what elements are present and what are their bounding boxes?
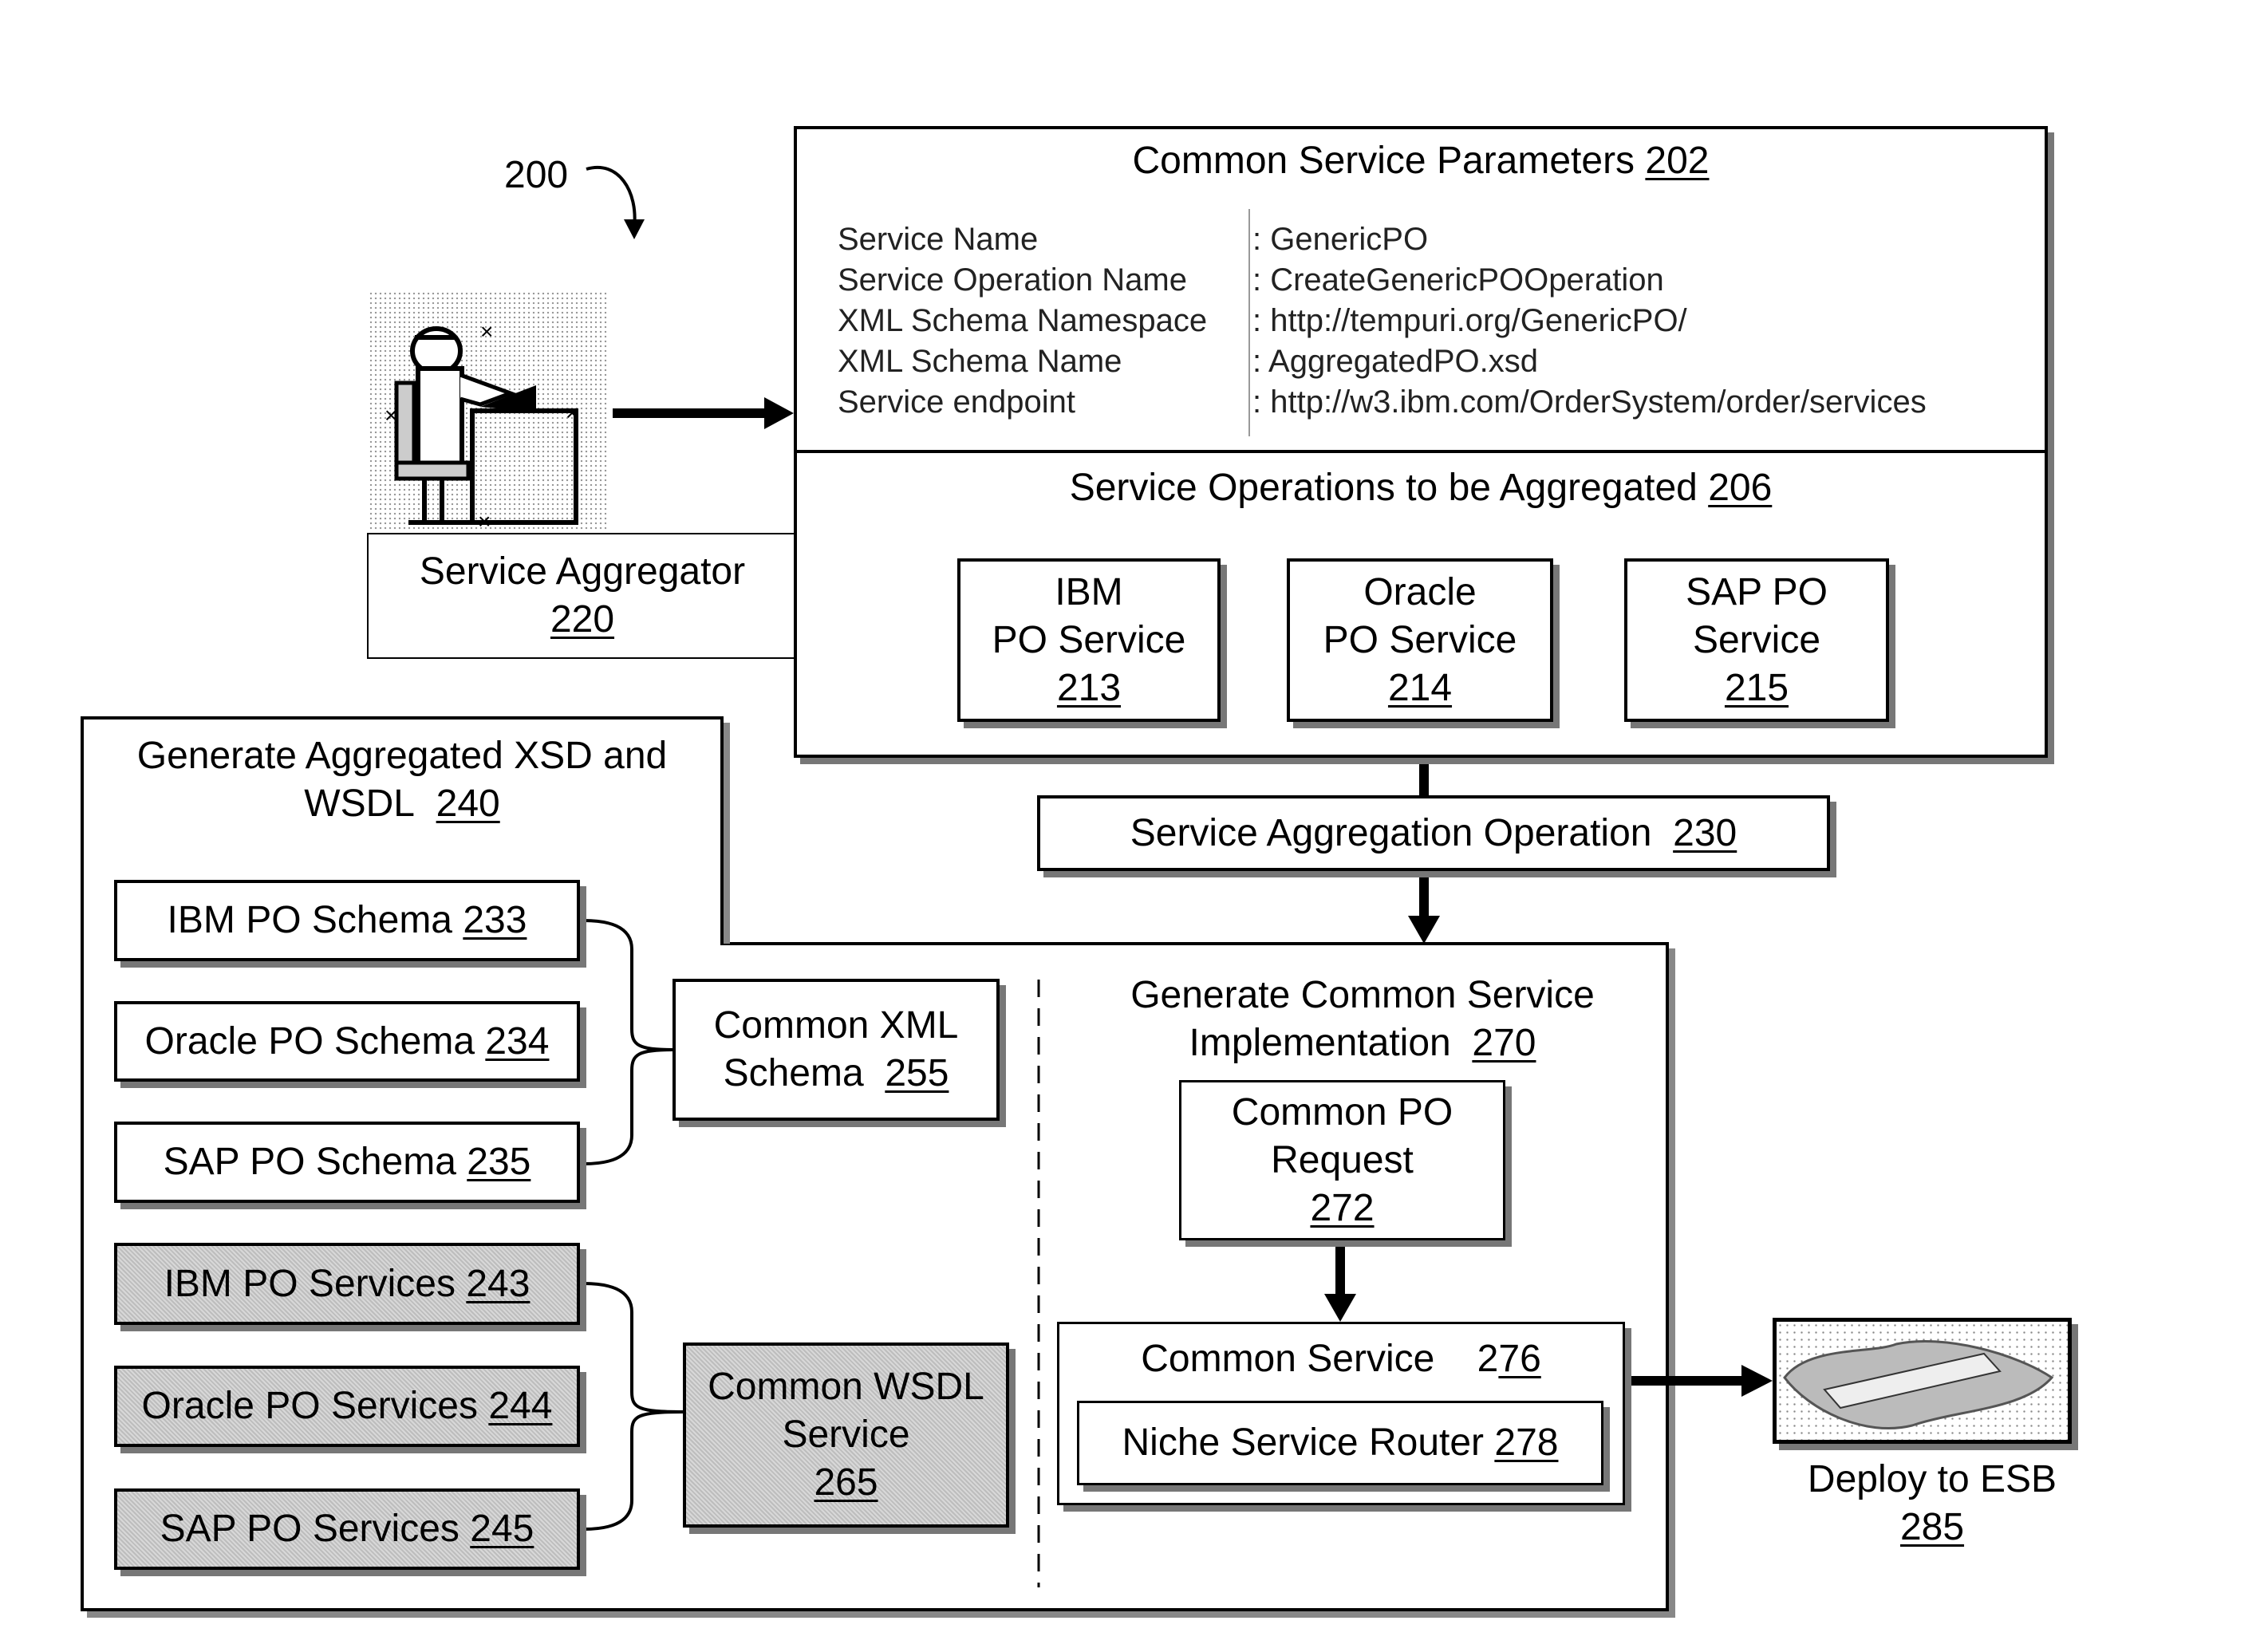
services-text: Oracle PO Services 244 xyxy=(141,1385,553,1427)
router-text: Niche Service Router 278 xyxy=(1122,1421,1559,1464)
generate-impl-title: Generate Common Service Implementation 2… xyxy=(1130,974,1595,1064)
common-params-title: Common Service Parameters 202 xyxy=(1132,140,1710,182)
ibm-po-service-box[interactable]: IBM PO Service 213 xyxy=(957,558,1221,722)
esb-bus-icon[interactable] xyxy=(1773,1318,2072,1444)
service-line2: PO Service xyxy=(992,618,1186,661)
service-ref: 215 xyxy=(1724,666,1789,709)
niche-service-router-box[interactable]: Niche Service Router 278 xyxy=(1077,1401,1603,1485)
esb-label: Deploy to ESB 285 xyxy=(1807,1458,2057,1548)
svg-text:×: × xyxy=(566,400,578,425)
param-row: Service endpoint: http://w3.ibm.com/Orde… xyxy=(838,384,1927,420)
service-aggregator-ref: 220 xyxy=(550,598,615,641)
po-request-line1: Common PO xyxy=(1231,1090,1453,1134)
service-line1: Oracle xyxy=(1363,570,1477,613)
sap-po-service-box[interactable]: SAP PO Service 215 xyxy=(1624,558,1889,722)
service-line1: IBM xyxy=(1055,570,1123,613)
schema-brace xyxy=(583,919,673,1165)
aggregator-arrowhead xyxy=(764,397,794,429)
aggregation-arrowhead xyxy=(1408,916,1440,944)
service-aggregator-box[interactable]: Service Aggregator 220 xyxy=(367,533,798,659)
sap-po-services-box[interactable]: SAP PO Services 245 xyxy=(114,1488,580,1570)
esb-arrowhead xyxy=(1741,1365,1773,1397)
request-arrowhead xyxy=(1324,1294,1356,1322)
schema-text: Oracle PO Schema 234 xyxy=(144,1019,550,1063)
wsdl-ref: 265 xyxy=(814,1461,878,1504)
sap-po-schema-box[interactable]: SAP PO Schema 235 xyxy=(114,1122,580,1203)
generate-xsd-title: Generate Aggregated XSD and WSDL 240 xyxy=(136,735,668,825)
service-aggregator-label: Service Aggregator xyxy=(419,550,746,593)
aggregation-op-text: Service Aggregation Operation 230 xyxy=(1130,811,1737,854)
common-po-request-box[interactable]: Common PO Request 272 xyxy=(1179,1080,1505,1240)
service-ref: 213 xyxy=(1056,666,1122,709)
figure-pointer-arrow xyxy=(586,166,637,228)
service-line2: Service xyxy=(1692,618,1821,661)
ibm-po-schema-box[interactable]: IBM PO Schema 233 xyxy=(114,880,580,961)
wsdl-line1: Common WSDL xyxy=(708,1366,984,1408)
po-request-ref: 272 xyxy=(1310,1186,1375,1229)
schema-text: IBM PO Schema 233 xyxy=(167,899,527,941)
svg-text:×: × xyxy=(385,403,397,428)
wsdl-line2: Service xyxy=(782,1413,910,1456)
service-line1: SAP PO xyxy=(1686,570,1828,613)
service-ref: 214 xyxy=(1387,666,1453,709)
param-row: XML Schema Name: AggregatedPO.xsd xyxy=(838,344,1539,379)
oracle-po-schema-box[interactable]: Oracle PO Schema 234 xyxy=(114,1001,580,1082)
common-params-table: Service Name: GenericPO Service Operatio… xyxy=(838,219,1927,423)
service-aggregation-operation-box[interactable]: Service Aggregation Operation 230 xyxy=(1037,795,1830,871)
common-wsdl-service-box[interactable]: Common WSDL Service 265 xyxy=(683,1342,1009,1528)
person-at-desk-icon: × × × × xyxy=(369,291,608,530)
common-xml-schema-box[interactable]: Common XML Schema 255 xyxy=(672,979,1000,1121)
oracle-po-services-box[interactable]: Oracle PO Services 244 xyxy=(114,1366,580,1447)
common-service-label: Common Service 276 xyxy=(1141,1338,1541,1380)
service-ops-title: Service Operations to be Aggregated 206 xyxy=(1069,467,1773,509)
figure-ref-number: 200 xyxy=(504,154,569,196)
services-text: SAP PO Services 245 xyxy=(160,1508,534,1550)
common-schema-line2: Schema 255 xyxy=(723,1052,949,1094)
common-schema-line1: Common XML xyxy=(713,1004,959,1047)
param-row: XML Schema Namespace: http://tempuri.org… xyxy=(838,303,1687,338)
svg-text:×: × xyxy=(478,509,491,530)
services-brace xyxy=(583,1282,684,1531)
params-ops-divider xyxy=(794,450,2048,453)
service-line2: PO Service xyxy=(1323,618,1517,661)
schema-text: SAP PO Schema 235 xyxy=(163,1141,531,1183)
ibm-po-services-box[interactable]: IBM PO Services 243 xyxy=(114,1243,580,1325)
oracle-po-service-box[interactable]: Oracle PO Service 214 xyxy=(1287,558,1553,722)
param-row: Service Name: GenericPO xyxy=(838,222,1429,257)
figure-pointer-arrowhead xyxy=(624,219,645,239)
param-row: Service Operation Name: CreateGenericPOO… xyxy=(838,262,1664,298)
services-text: IBM PO Services 243 xyxy=(164,1262,531,1305)
svg-text:×: × xyxy=(480,319,493,344)
po-request-line2: Request xyxy=(1271,1138,1414,1181)
